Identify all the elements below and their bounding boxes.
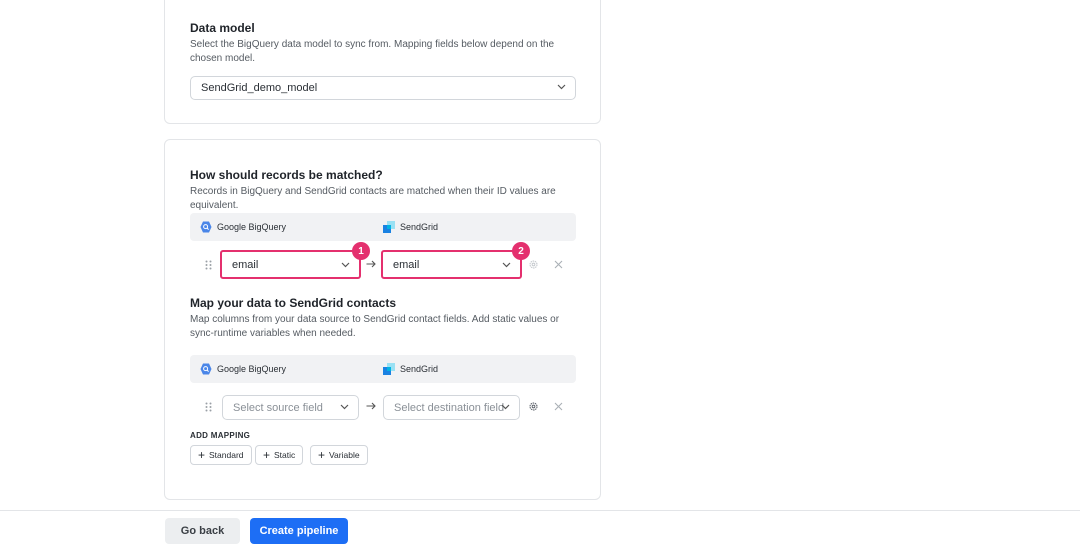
mapping-source-label: Google BigQuery xyxy=(217,364,287,374)
footer-bar: Go back Create pipeline xyxy=(0,510,1080,550)
arrow-right-icon xyxy=(366,260,376,268)
chevron-down-icon xyxy=(501,404,510,410)
gear-icon[interactable] xyxy=(528,401,539,412)
matching-source-label: Google BigQuery xyxy=(217,222,287,232)
mapping-source-placeholder: Select source field xyxy=(233,401,323,414)
chevron-down-icon xyxy=(557,84,566,90)
chevron-down-icon xyxy=(502,262,511,268)
plus-icon: + xyxy=(198,448,206,462)
drag-handle-icon[interactable] xyxy=(205,402,212,412)
matching-source-header: Google BigQuery xyxy=(200,221,286,233)
add-standard-label: Standard xyxy=(209,450,244,460)
add-standard-mapping-button[interactable]: + Standard xyxy=(190,445,252,465)
close-icon[interactable] xyxy=(554,260,563,269)
data-model-select-value: SendGrid_demo_model xyxy=(201,82,318,94)
google-bigquery-icon xyxy=(200,363,212,375)
mapping-header-bar: Google BigQuery SendGrid xyxy=(190,355,576,383)
gear-icon[interactable] xyxy=(528,259,539,270)
matching-destination-label: SendGrid xyxy=(400,222,439,232)
plus-icon: + xyxy=(318,448,326,462)
matching-title: How should records be matched? xyxy=(190,168,383,182)
add-variable-mapping-button[interactable]: + Variable xyxy=(310,445,368,465)
match-destination-field-select[interactable]: email xyxy=(381,250,522,279)
mapping-destination-label: SendGrid xyxy=(400,364,439,374)
matching-description: Records in BigQuery and SendGrid contact… xyxy=(190,186,556,211)
mapping-description: Map columns from your data source to Sen… xyxy=(190,314,560,339)
go-back-button[interactable]: Go back xyxy=(165,518,240,544)
matching-header-bar: Google BigQuery SendGrid xyxy=(190,213,576,241)
add-variable-label: Variable xyxy=(329,450,360,460)
chevron-down-icon xyxy=(340,404,349,410)
annotation-badge-2: 2 xyxy=(512,242,530,260)
matching-mapping-card: How should records be matched? Records i… xyxy=(164,139,601,500)
add-static-label: Static xyxy=(274,450,296,460)
match-source-field-select[interactable]: email xyxy=(220,250,361,279)
close-icon[interactable] xyxy=(554,402,563,411)
data-model-card: Data model Select the BigQuery data mode… xyxy=(164,0,601,124)
data-model-description: Select the BigQuery data model to sync f… xyxy=(190,39,555,64)
match-source-field-value: email xyxy=(232,258,259,271)
sendgrid-icon xyxy=(383,221,395,233)
data-model-select[interactable]: SendGrid_demo_model xyxy=(190,76,576,100)
chevron-down-icon xyxy=(341,262,350,268)
mapping-title: Map your data to SendGrid contacts xyxy=(190,296,397,310)
arrow-right-icon xyxy=(366,402,376,410)
match-destination-field-value: email xyxy=(393,258,420,271)
drag-handle-icon[interactable] xyxy=(205,260,212,270)
plus-icon: + xyxy=(263,448,271,462)
mapping-destination-field-select[interactable]: Select destination field xyxy=(383,395,520,420)
mapping-destination-placeholder: Select destination field xyxy=(394,401,505,414)
sendgrid-icon xyxy=(383,363,395,375)
google-bigquery-icon xyxy=(200,221,212,233)
matching-destination-header: SendGrid xyxy=(383,221,438,233)
add-static-mapping-button[interactable]: + Static xyxy=(255,445,304,465)
mapping-source-field-select[interactable]: Select source field xyxy=(222,395,359,420)
mapping-source-header: Google BigQuery xyxy=(200,363,286,375)
create-pipeline-button[interactable]: Create pipeline xyxy=(250,518,348,544)
mapping-destination-header: SendGrid xyxy=(383,363,438,375)
data-model-title: Data model xyxy=(190,21,255,35)
annotation-badge-1: 1 xyxy=(352,242,370,260)
add-mapping-label: ADD MAPPING xyxy=(190,431,251,440)
